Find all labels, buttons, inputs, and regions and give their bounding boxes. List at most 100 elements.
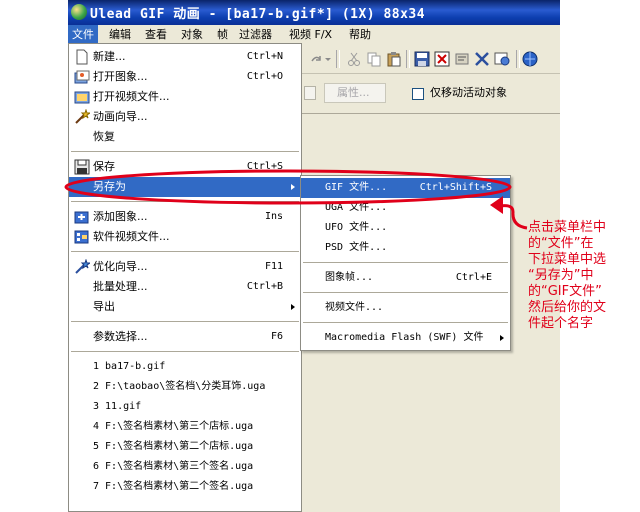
menu-item-label: 动画向导... — [93, 110, 148, 123]
open-image-icon — [74, 70, 90, 84]
menu-item-open-image[interactable]: 打开图象... Ctrl+O — [69, 67, 301, 87]
submenu-item-label: 视频文件... — [325, 302, 384, 313]
menu-help[interactable]: 帮助 — [345, 25, 375, 44]
menu-bar: 文件 编辑 查看 对象 帧 过滤器 视频 F/X 帮助 — [68, 25, 560, 44]
menu-item-preferences[interactable]: 参数选择... F6 — [69, 327, 301, 347]
cut-icon[interactable] — [346, 51, 362, 67]
ulead-app-icon — [71, 4, 87, 20]
menu-item-add-video[interactable]: 软件视频文件... — [69, 227, 301, 247]
recent-file-label: 2 F:\taobao\签名档\分类耳饰.uga — [93, 381, 266, 392]
paste-icon[interactable] — [386, 51, 402, 67]
delete-frame-icon[interactable] — [434, 51, 450, 67]
move-active-only-checkbox[interactable] — [412, 88, 424, 100]
recent-file-item[interactable]: 5 F:\签名档素材\第二个店标.uga — [69, 437, 301, 457]
frame-properties-icon[interactable] — [454, 51, 470, 67]
new-file-icon — [76, 49, 88, 65]
annotation-line: 下拉菜单中选 — [528, 252, 607, 267]
menu-filter[interactable]: 过滤器 — [235, 25, 276, 44]
menu-item-add-image[interactable]: 添加图象... Ins — [69, 207, 301, 227]
redo-icon[interactable] — [308, 51, 324, 67]
menu-item-shortcut: Ctrl+N — [246, 51, 283, 62]
toolbar-separator — [516, 50, 520, 68]
menu-item-label: 优化向导... — [93, 260, 148, 273]
menu-file[interactable]: 文件 — [68, 25, 98, 44]
menu-item-save[interactable]: 保存 Ctrl+S — [69, 157, 301, 177]
recent-file-label: 7 F:\签名档素材\第二个签名.uga — [93, 481, 254, 492]
save-icon — [74, 159, 90, 175]
recent-file-item[interactable]: 3 11.gif — [69, 397, 301, 417]
save-frame-icon[interactable] — [414, 51, 430, 67]
submenu-item-video-file[interactable]: 视频文件... — [301, 298, 510, 318]
submenu-item-psd-file[interactable]: PSD 文件... — [301, 238, 510, 258]
menu-item-optimization-wizard[interactable]: 优化向导... F11 — [69, 257, 301, 277]
annotation-line: 然后给你的文 — [528, 300, 607, 315]
menu-item-open-video[interactable]: 打开视频文件... — [69, 87, 301, 107]
menu-separator — [71, 251, 299, 252]
recent-file-label: 1 ba17-b.gif — [93, 361, 166, 372]
properties-button[interactable]: 属性... — [324, 83, 386, 103]
annotation-line: 点击菜单栏中 — [528, 220, 607, 235]
preview-icon[interactable] — [494, 51, 510, 67]
title-bar[interactable]: Ulead GIF 动画 - [ba17-b.gif*] (1X) 88x34 — [68, 0, 560, 25]
menu-item-shortcut: Ctrl+B — [246, 281, 283, 292]
recent-file-label: 3 11.gif — [93, 401, 142, 412]
menu-view[interactable]: 查看 — [141, 25, 171, 44]
menu-item-label: 打开图象... — [93, 70, 148, 83]
annotation-line: “另存为”中 — [528, 268, 594, 283]
submenu-item-uga-file[interactable]: UGA 文件... — [301, 198, 510, 218]
menu-item-label: 参数选择... — [93, 330, 148, 343]
menu-item-export[interactable]: 导出 — [69, 297, 301, 317]
submenu-item-ufo-file[interactable]: UFO 文件... — [301, 218, 510, 238]
recent-file-item[interactable]: 4 F:\签名档素材\第三个店标.uga — [69, 417, 301, 437]
menu-edit[interactable]: 编辑 — [105, 25, 135, 44]
menu-separator — [303, 262, 508, 263]
menu-item-save-as[interactable]: 另存为 — [69, 177, 301, 197]
menu-item-shortcut: F6 — [270, 331, 283, 342]
recent-file-item[interactable]: 6 F:\签名档素材\第三个签名.uga — [69, 457, 301, 477]
optimize-wizard-icon — [75, 259, 90, 274]
menu-object[interactable]: 对象 — [177, 25, 207, 44]
window-title: Ulead GIF 动画 - [ba17-b.gif*] (1X) 88x34 — [90, 7, 426, 22]
menu-item-label: 导出 — [93, 300, 115, 313]
submenu-item-label: PSD 文件... — [325, 242, 388, 253]
menu-item-label: 新建... — [93, 50, 126, 63]
menu-item-shortcut: Ctrl+O — [246, 71, 283, 82]
recent-file-label: 5 F:\签名档素材\第二个店标.uga — [93, 441, 254, 452]
menu-separator — [71, 321, 299, 322]
copy-icon[interactable] — [366, 51, 382, 67]
submenu-item-image-frames[interactable]: 图象帧... Ctrl+E — [301, 268, 510, 288]
add-image-icon — [74, 211, 89, 224]
save-as-submenu: GIF 文件... Ctrl+Shift+S UGA 文件... UFO 文件.… — [300, 175, 511, 351]
recent-file-item[interactable]: 2 F:\taobao\签名档\分类耳饰.uga — [69, 377, 301, 397]
menu-item-label: 批量处理... — [93, 280, 148, 293]
menu-separator — [71, 351, 299, 352]
submenu-arrow-icon — [291, 184, 295, 190]
menu-frame[interactable]: 帧 — [213, 25, 232, 44]
menu-item-label: 保存 — [93, 160, 115, 173]
menu-item-animation-wizard[interactable]: 动画向导... — [69, 107, 301, 127]
recent-file-item[interactable]: 1 ba17-b.gif — [69, 357, 301, 377]
menu-separator — [303, 322, 508, 323]
annotation-line: 的“文件”在 — [528, 236, 594, 251]
menu-video-fx[interactable]: 视频 F/X — [285, 25, 336, 44]
browser-preview-icon[interactable] — [522, 51, 538, 67]
menu-item-label: 另存为 — [93, 180, 126, 193]
menu-separator — [71, 201, 299, 202]
menu-item-new[interactable]: 新建... Ctrl+N — [69, 47, 301, 67]
menu-item-revert[interactable]: 恢复 — [69, 127, 301, 147]
tools-icon[interactable] — [474, 51, 490, 67]
recent-file-label: 6 F:\签名档素材\第三个签名.uga — [93, 461, 254, 472]
submenu-item-label: UFO 文件... — [325, 222, 388, 233]
submenu-item-flash-swf[interactable]: Macromedia Flash (SWF) 文件 — [301, 328, 510, 348]
submenu-item-label: GIF 文件... — [325, 182, 388, 193]
move-active-only-label: 仅移动活动对象 — [430, 86, 507, 99]
spin-control[interactable] — [304, 86, 316, 100]
menu-item-shortcut: Ins — [264, 211, 283, 222]
open-video-icon — [74, 91, 90, 104]
menu-item-label: 打开视频文件... — [93, 90, 170, 103]
redo-dropdown-icon[interactable] — [324, 51, 332, 67]
menu-item-batch-process[interactable]: 批量处理... Ctrl+B — [69, 277, 301, 297]
submenu-item-gif-file[interactable]: GIF 文件... Ctrl+Shift+S — [301, 178, 510, 198]
recent-file-item[interactable]: 7 F:\签名档素材\第二个签名.uga — [69, 477, 301, 497]
menu-item-label: 恢复 — [93, 130, 115, 143]
